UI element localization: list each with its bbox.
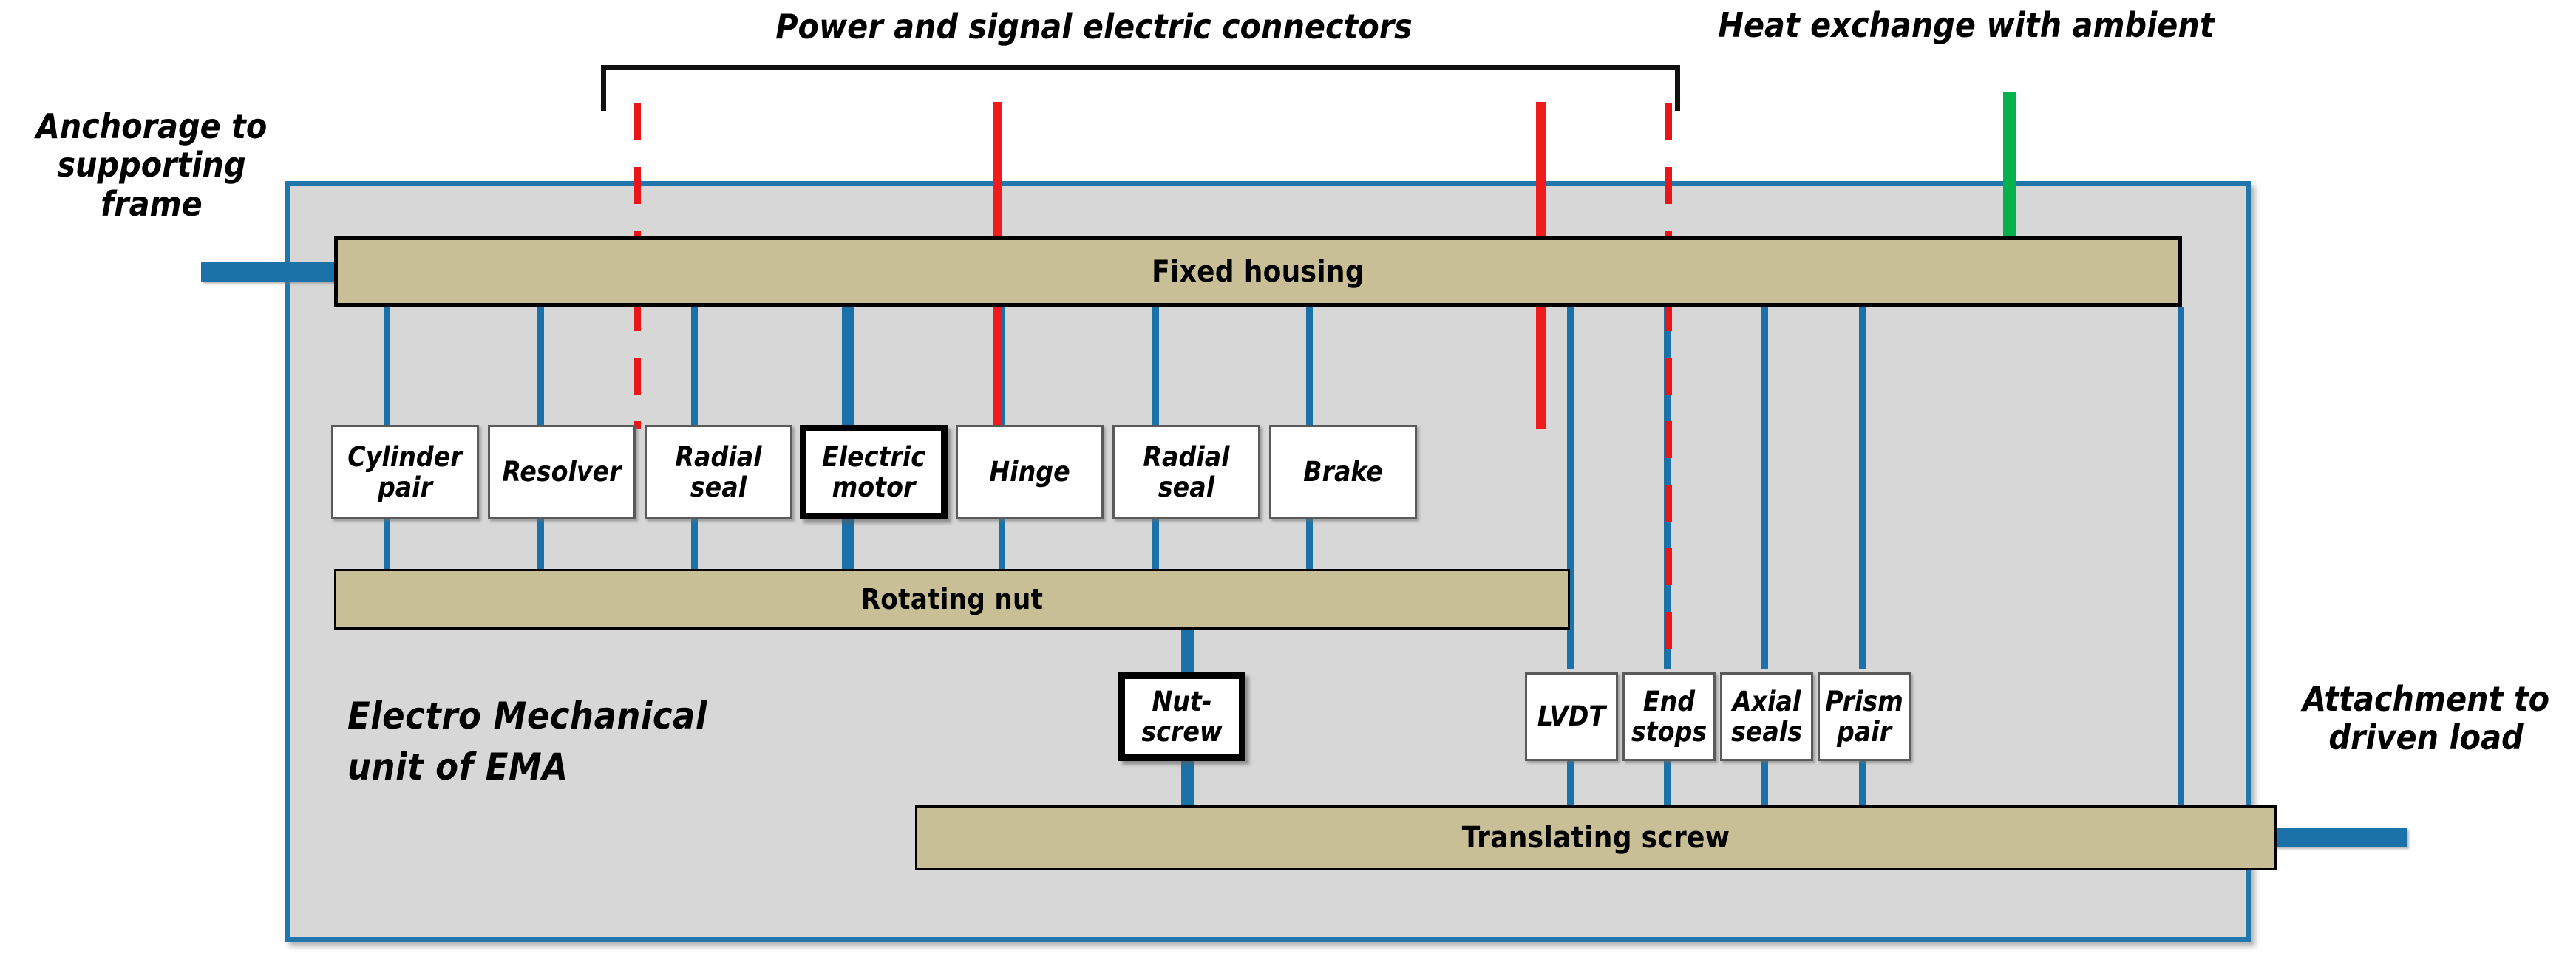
mechanical-link-brake-upper bbox=[1306, 307, 1313, 429]
label-attachment-to-driven-load: Attachment to driven load bbox=[2302, 679, 2550, 758]
mechanical-link-resolver-lower bbox=[537, 517, 544, 573]
component-label-brake: Brake bbox=[1303, 456, 1383, 488]
mechanical-link-nut-screw-lower bbox=[1181, 760, 1194, 808]
translating-screw-bar: Translating screw bbox=[915, 805, 2277, 870]
translating-screw-label: Translating screw bbox=[1461, 821, 1730, 855]
component-label-lvdt: LVDT bbox=[1537, 700, 1606, 733]
component-label-cylinder-pair: Cylinder pair bbox=[347, 440, 463, 503]
component-box-resolver[interactable]: Resolver bbox=[488, 425, 636, 519]
mechanical-link-cylinder-pair-upper bbox=[384, 307, 390, 429]
mechanical-link-lvdt-lower bbox=[1567, 761, 1574, 807]
component-box-nut-screw[interactable]: Nut-screw bbox=[1118, 672, 1245, 761]
mechanical-link-end-stops-lower bbox=[1664, 761, 1671, 807]
component-box-cylinder-pair[interactable]: Cylinder pair bbox=[331, 425, 479, 519]
component-box-lvdt[interactable]: LVDT bbox=[1525, 672, 1618, 761]
label-power-signal-connectors: Power and signal electric connectors bbox=[775, 7, 1413, 47]
mechanical-link-axial-seals-upper bbox=[1761, 307, 1768, 669]
component-label-nut-screw: Nut-screw bbox=[1141, 685, 1223, 748]
ema-architecture-diagram: Power and signal electric connectors Hea… bbox=[0, 0, 2576, 962]
component-box-radial-seal-2[interactable]: Radial seal bbox=[1112, 425, 1260, 519]
mechanical-link-nut-screw-upper bbox=[1181, 628, 1194, 674]
mechanical-link-radial-seal-1-upper bbox=[691, 307, 698, 429]
component-label-radial-seal-2: Radial seal bbox=[1143, 440, 1230, 503]
mechanical-link-prism-pair-lower bbox=[1859, 761, 1866, 807]
component-label-resolver: Resolver bbox=[502, 456, 622, 488]
signal-connector-lvdt bbox=[1665, 103, 1672, 669]
thermal-link-heat-exchange bbox=[2003, 92, 2016, 240]
mechanical-link-housing-right-edge bbox=[2178, 307, 2184, 824]
component-box-end-stops[interactable]: End stops bbox=[1622, 672, 1716, 761]
component-box-hinge[interactable]: Hinge bbox=[956, 425, 1104, 519]
mechanical-link-prism-pair-upper bbox=[1859, 307, 1866, 669]
rotating-nut-bar: Rotating nut bbox=[334, 569, 1570, 630]
component-label-prism-pair: Prism pair bbox=[1825, 685, 1903, 748]
component-label-hinge: Hinge bbox=[989, 456, 1070, 488]
label-heat-exchange: Heat exchange with ambient bbox=[1718, 5, 2215, 45]
component-label-electric-motor: Electric motor bbox=[822, 440, 925, 503]
fixed-housing-bar: Fixed housing bbox=[334, 236, 2182, 307]
mechanical-link-resolver-upper bbox=[537, 307, 544, 429]
component-box-axial-seals[interactable]: Axial seals bbox=[1720, 672, 1813, 761]
fixed-housing-label: Fixed housing bbox=[1152, 254, 1365, 289]
mechanical-link-radial-seal-1-lower bbox=[691, 517, 698, 573]
component-label-axial-seals: Axial seals bbox=[1730, 685, 1803, 748]
component-box-prism-pair[interactable]: Prism pair bbox=[1818, 672, 1911, 761]
rotating-nut-label: Rotating nut bbox=[860, 583, 1044, 615]
enclosure-caption: Electro Mechanical unit of EMA bbox=[347, 695, 707, 788]
mechanical-link-cylinder-pair-lower bbox=[384, 517, 390, 573]
component-box-electric-motor[interactable]: Electric motor bbox=[800, 425, 948, 519]
mechanical-link-radial-seal-2-lower bbox=[1152, 517, 1159, 573]
mechanical-link-radial-seal-2-upper bbox=[1152, 307, 1159, 429]
component-label-end-stops: End stops bbox=[1631, 685, 1707, 748]
component-label-radial-seal-1: Radial seal bbox=[675, 440, 762, 503]
mechanical-link-hinge-lower bbox=[999, 517, 1005, 573]
component-box-radial-seal-1[interactable]: Radial seal bbox=[645, 425, 792, 519]
attachment-connector-bar bbox=[2274, 828, 2407, 847]
mechanical-link-brake-lower bbox=[1306, 517, 1313, 573]
mechanical-link-axial-seals-lower bbox=[1761, 761, 1768, 807]
component-box-brake[interactable]: Brake bbox=[1269, 425, 1417, 519]
label-anchorage-to-supporting-frame: Anchorage to supporting frame bbox=[35, 106, 268, 224]
connectors-bracket bbox=[601, 65, 1680, 111]
anchorage-connector-bar bbox=[201, 262, 339, 282]
mechanical-link-electric-motor-upper bbox=[842, 307, 854, 429]
mechanical-link-electric-motor-lower bbox=[842, 517, 854, 573]
